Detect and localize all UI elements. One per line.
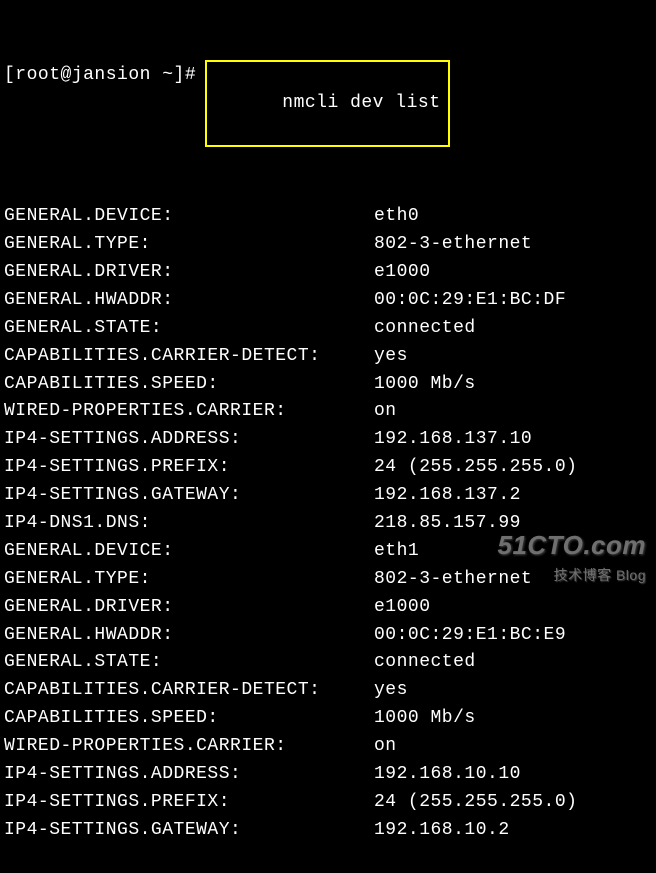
- output-value: on: [374, 398, 652, 426]
- output-key: GENERAL.TYPE:: [4, 566, 374, 594]
- prompt-line: [root@jansion ~]# nmcli dev list: [4, 60, 652, 148]
- output-row: GENERAL.STATE:connected: [4, 649, 652, 677]
- output-value: 192.168.10.2: [374, 817, 652, 845]
- output-key: IP4-SETTINGS.ADDRESS:: [4, 761, 374, 789]
- output-value: 24 (255.255.255.0): [374, 789, 652, 817]
- output-row: GENERAL.TYPE:802-3-ethernet: [4, 231, 652, 259]
- output-row: IP4-SETTINGS.GATEWAY:192.168.10.2: [4, 817, 652, 845]
- output-value: eth0: [374, 203, 652, 231]
- output-key: IP4-SETTINGS.PREFIX:: [4, 454, 374, 482]
- shell-prompt: [root@jansion ~]#: [4, 62, 196, 90]
- terminal-output[interactable]: [root@jansion ~]# nmcli dev list GENERAL…: [4, 4, 652, 873]
- output-value: 192.168.137.2: [374, 482, 652, 510]
- output-key: GENERAL.DRIVER:: [4, 259, 374, 287]
- output-key: IP4-SETTINGS.GATEWAY:: [4, 817, 374, 845]
- output-value: on: [374, 733, 652, 761]
- output-key: CAPABILITIES.SPEED:: [4, 705, 374, 733]
- output-row: IP4-SETTINGS.ADDRESS:192.168.10.10: [4, 761, 652, 789]
- output-row: GENERAL.STATE:connected: [4, 315, 652, 343]
- output-value: 00:0C:29:E1:BC:DF: [374, 287, 652, 315]
- output-row: GENERAL.DRIVER:e1000: [4, 594, 652, 622]
- output-key: GENERAL.HWADDR:: [4, 287, 374, 315]
- output-row: IP4-SETTINGS.PREFIX:24 (255.255.255.0): [4, 454, 652, 482]
- output-row: IP4-SETTINGS.GATEWAY:192.168.137.2: [4, 482, 652, 510]
- output-rows: GENERAL.DEVICE:eth0GENERAL.TYPE:802-3-et…: [4, 203, 652, 844]
- output-row: WIRED-PROPERTIES.CARRIER:on: [4, 398, 652, 426]
- output-key: IP4-SETTINGS.PREFIX:: [4, 789, 374, 817]
- output-key: GENERAL.STATE:: [4, 649, 374, 677]
- output-row: GENERAL.HWADDR:00:0C:29:E1:BC:DF: [4, 287, 652, 315]
- output-value: 802-3-ethernet: [374, 231, 652, 259]
- output-key: CAPABILITIES.CARRIER-DETECT:: [4, 677, 374, 705]
- output-value: yes: [374, 343, 652, 371]
- output-value: 24 (255.255.255.0): [374, 454, 652, 482]
- output-value: 192.168.137.10: [374, 426, 652, 454]
- output-key: IP4-DNS1.DNS:: [4, 510, 374, 538]
- output-key: GENERAL.HWADDR:: [4, 622, 374, 650]
- output-row: GENERAL.DEVICE:eth0: [4, 203, 652, 231]
- watermark-big: 51CTO.com: [497, 525, 646, 565]
- output-key: GENERAL.TYPE:: [4, 231, 374, 259]
- output-row: GENERAL.DRIVER:e1000: [4, 259, 652, 287]
- output-key: GENERAL.DEVICE:: [4, 538, 374, 566]
- output-value: connected: [374, 649, 652, 677]
- command-text: nmcli dev list: [277, 93, 445, 113]
- output-row: IP4-SETTINGS.PREFIX:24 (255.255.255.0): [4, 789, 652, 817]
- output-value: 192.168.10.10: [374, 761, 652, 789]
- output-key: CAPABILITIES.CARRIER-DETECT:: [4, 343, 374, 371]
- output-key: GENERAL.DEVICE:: [4, 203, 374, 231]
- output-row: CAPABILITIES.SPEED:1000 Mb/s: [4, 705, 652, 733]
- output-value: 1000 Mb/s: [374, 371, 652, 399]
- output-value: 00:0C:29:E1:BC:E9: [374, 622, 652, 650]
- output-value: e1000: [374, 594, 652, 622]
- output-key: WIRED-PROPERTIES.CARRIER:: [4, 733, 374, 761]
- output-key: IP4-SETTINGS.ADDRESS:: [4, 426, 374, 454]
- output-row: CAPABILITIES.CARRIER-DETECT:yes: [4, 677, 652, 705]
- output-key: WIRED-PROPERTIES.CARRIER:: [4, 398, 374, 426]
- output-row: CAPABILITIES.CARRIER-DETECT:yes: [4, 343, 652, 371]
- output-row: WIRED-PROPERTIES.CARRIER:on: [4, 733, 652, 761]
- output-row: CAPABILITIES.SPEED:1000 Mb/s: [4, 371, 652, 399]
- output-value: connected: [374, 315, 652, 343]
- output-row: GENERAL.HWADDR:00:0C:29:E1:BC:E9: [4, 622, 652, 650]
- output-key: GENERAL.STATE:: [4, 315, 374, 343]
- output-value: yes: [374, 677, 652, 705]
- command-highlight: nmcli dev list: [205, 60, 449, 148]
- output-value: 1000 Mb/s: [374, 705, 652, 733]
- output-row: IP4-SETTINGS.ADDRESS:192.168.137.10: [4, 426, 652, 454]
- watermark: 51CTO.com 技术博客 Blog: [497, 525, 646, 587]
- watermark-small: 技术博客 Blog: [497, 565, 646, 587]
- output-key: IP4-SETTINGS.GATEWAY:: [4, 482, 374, 510]
- output-key: GENERAL.DRIVER:: [4, 594, 374, 622]
- output-key: CAPABILITIES.SPEED:: [4, 371, 374, 399]
- output-value: e1000: [374, 259, 652, 287]
